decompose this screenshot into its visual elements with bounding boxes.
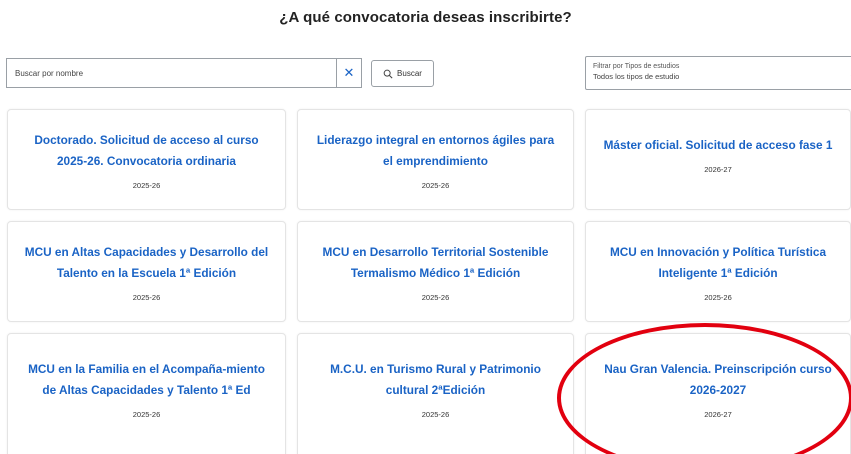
card-year: 2025-26	[132, 180, 161, 190]
card-title: MCU en la Familia en el Acompaña-miento …	[28, 362, 265, 397]
card-title: Nau Gran Valencia. Preinscripción curso …	[604, 362, 832, 397]
search-button-label: Buscar	[397, 69, 422, 78]
card-year: 2025-26	[421, 292, 450, 302]
convocatoria-card[interactable]: MCU en Desarrollo Territorial Sostenible…	[297, 221, 574, 322]
convocatoria-card[interactable]: Máster oficial. Solicitud de acceso fase…	[585, 109, 851, 210]
card-title: MCU en Altas Capacidades y Desarrollo de…	[24, 244, 269, 280]
convocatoria-card[interactable]: Nau Gran Valencia. Preinscripción curso …	[585, 333, 851, 454]
close-icon: ✕	[343, 65, 355, 80]
card-year: 2025-26	[132, 292, 161, 302]
convocatoria-card[interactable]: MCU en Altas Capacidades y Desarrollo de…	[7, 221, 286, 322]
page-title: ¿A qué convocatoria deseas inscribirte?	[279, 9, 572, 26]
card-title: MCU en Innovación y Política Turística I…	[609, 244, 827, 280]
clear-search-button[interactable]: ✕	[336, 58, 362, 88]
card-title: Máster oficial. Solicitud de acceso fase…	[603, 138, 833, 152]
search-input[interactable]	[6, 58, 336, 88]
card-year: 2025-26	[132, 410, 161, 419]
search-icon	[383, 69, 393, 79]
search-group: ✕	[6, 58, 362, 88]
card-year: 2026-27	[704, 410, 732, 419]
card-title: M.C.U. en Turismo Rural y Patrimonio cul…	[330, 362, 541, 397]
convocatoria-card[interactable]: Liderazgo integral en entornos ágiles pa…	[297, 109, 574, 210]
card-title: Doctorado. Solicitud de acceso al curso …	[34, 132, 259, 168]
convocatoria-card[interactable]: Doctorado. Solicitud de acceso al curso …	[7, 109, 286, 210]
card-year: 2026-27	[704, 165, 732, 174]
card-year: 2025-26	[421, 180, 450, 190]
convocatoria-card[interactable]: MCU en Innovación y Política Turística I…	[585, 221, 851, 322]
filter-value: Todos los tipos de estudio	[593, 72, 680, 81]
card-title: MCU en Desarrollo Territorial Sostenible…	[322, 244, 549, 280]
convocatoria-card[interactable]: M.C.U. en Turismo Rural y Patrimonio cul…	[297, 333, 574, 454]
card-year: 2025-26	[704, 292, 732, 302]
convocatoria-card[interactable]: MCU en la Familia en el Acompaña-miento …	[7, 333, 286, 454]
search-button[interactable]: Buscar	[371, 60, 434, 87]
card-title: Liderazgo integral en entornos ágiles pa…	[316, 132, 555, 168]
filter-label: Filtrar por Tipos de estudios	[593, 63, 680, 70]
study-type-filter[interactable]: Filtrar por Tipos de estudios Todos los …	[585, 56, 851, 90]
card-year: 2025-26	[421, 410, 450, 419]
